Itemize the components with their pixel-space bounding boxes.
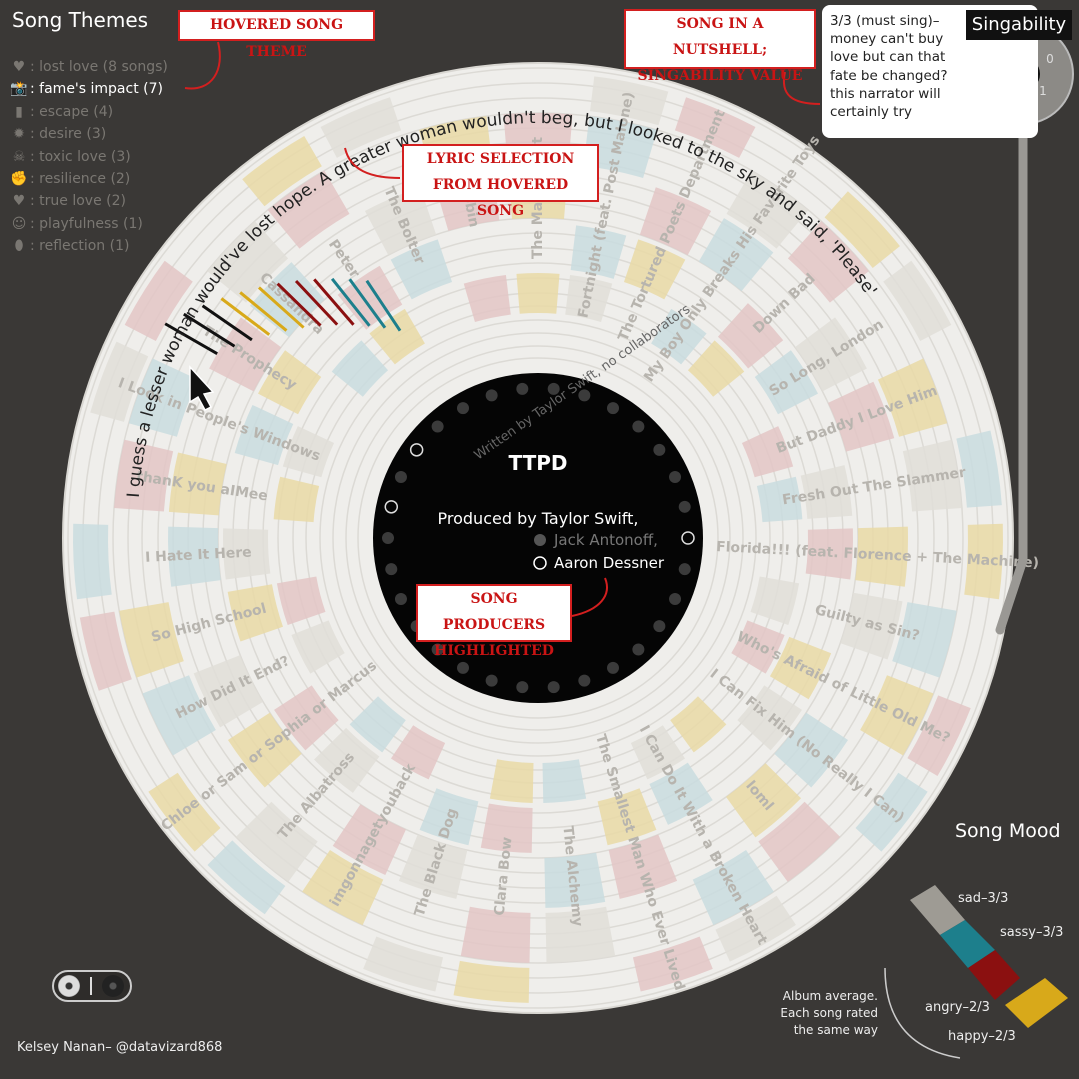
callout-hovered-theme: HOVERED SONG THEME <box>178 10 375 60</box>
mood-label: angry–2/3 <box>925 1000 990 1015</box>
producer-dot <box>653 620 666 633</box>
callout-producers: SONG PRODUCERS HIGHLIGHTED <box>416 584 572 659</box>
cd-icon <box>58 975 80 997</box>
mood-label: happy–2/3 <box>948 1029 1016 1044</box>
heart-icon: ♥ <box>12 193 26 210</box>
theme-item-label: : reflection (1) <box>30 238 130 255</box>
produced-by-text: Produced by Taylor Swift, <box>438 509 639 528</box>
fire-icon: ✹ <box>13 126 25 143</box>
theme-item-label: : true love (2) <box>30 193 126 210</box>
producer-dot <box>409 443 424 457</box>
singability-text: 3/3 (must sing)– money can't buy love bu… <box>830 13 948 121</box>
producer-dot <box>669 593 682 606</box>
dial-label: 0 <box>1046 52 1054 66</box>
producer-dot <box>485 389 498 402</box>
arrow-hovered-theme <box>184 41 221 90</box>
producer-dot <box>607 661 619 674</box>
callout-producers-line1: SONG PRODUCERS <box>442 591 546 633</box>
theme-item[interactable]: ⬮ : reflection (1) <box>10 235 168 257</box>
producer-dot <box>516 681 529 694</box>
mood-segment <box>489 759 534 803</box>
producer-dot-jack <box>534 534 546 546</box>
producer-dot <box>431 420 444 433</box>
callout-producers-line2: HIGHLIGHTED <box>434 643 554 659</box>
producer-dot <box>485 674 498 687</box>
producer-dot <box>632 643 645 656</box>
mood-legend-happy <box>1005 978 1068 1028</box>
producer-dot <box>516 382 529 395</box>
callout-lyric: LYRIC SELECTION FROM HOVERED SONG <box>402 144 599 219</box>
producer-dot <box>678 563 691 576</box>
producer-dot <box>394 470 407 483</box>
callout-nutshell-line2: SINGABILITY VALUE <box>637 68 803 84</box>
callout-nutshell: SONG IN A NUTSHELL; SINGABILITY VALUE <box>624 9 816 84</box>
camera-icon: 📸 <box>10 81 28 98</box>
muscle-icon: ✊ <box>10 171 28 188</box>
view-toggle[interactable] <box>52 970 132 1002</box>
theme-item-label: : desire (3) <box>30 126 107 143</box>
producer-dot <box>457 402 469 415</box>
producer-dot <box>653 443 666 456</box>
callout-nutshell-line1: SONG IN A NUTSHELL; <box>672 16 768 58</box>
producer-dot <box>394 593 407 606</box>
producer-dot-aaron <box>533 556 547 570</box>
mood-note: Each song rated <box>780 1006 878 1020</box>
door-icon: ▮ <box>15 103 23 120</box>
producer-dot <box>632 420 645 433</box>
producer-dot <box>382 532 394 544</box>
producer-aaron: Aaron Dessner <box>554 554 665 572</box>
theme-item-label: : fame's impact (7) <box>30 81 163 98</box>
theme-item-label: : lost love (8 songs) <box>30 59 168 75</box>
mood-segment <box>72 523 112 600</box>
mirror-icon: ⬮ <box>14 238 24 255</box>
theme-item-label: : playfulness (1) <box>30 215 143 232</box>
song-themes-title: Song Themes <box>12 8 149 32</box>
dial-label: 1 <box>1039 84 1047 98</box>
album-logo: TTPD <box>508 451 567 475</box>
theme-item[interactable]: ♥: true love (2) <box>10 190 168 212</box>
mood-label: sassy–3/3 <box>1000 925 1063 940</box>
theme-item[interactable]: ♥: lost love (8 songs) <box>10 56 168 78</box>
producer-dot <box>681 531 695 545</box>
theme-item[interactable]: 📸: fame's impact (7) <box>10 78 168 100</box>
theme-item[interactable]: ☠: toxic love (3) <box>10 146 168 168</box>
producer-dot <box>607 402 619 415</box>
producer-dot <box>385 563 398 576</box>
vinyl-icon <box>102 975 124 997</box>
song-mood-title: Song Mood <box>955 820 1061 842</box>
skull-icon: ☠ <box>12 148 26 165</box>
theme-item[interactable]: ▮ : escape (4) <box>10 101 168 123</box>
theme-item[interactable]: ☺: playfulness (1) <box>10 213 168 235</box>
theme-item-label: : toxic love (3) <box>30 148 131 165</box>
song-themes-list: ♥: lost love (8 songs) 📸: fame's impact (… <box>10 56 168 258</box>
smile-icon: ☺ <box>11 215 27 232</box>
producer-dot <box>547 681 560 694</box>
singability-title: Singability <box>966 10 1072 40</box>
producer-dot <box>384 500 399 514</box>
theme-item[interactable]: ✊: resilience (2) <box>10 168 168 190</box>
theme-item-label: : resilience (2) <box>30 171 131 188</box>
mood-segment <box>516 272 560 314</box>
mood-segment <box>542 759 587 803</box>
mood-label: sad–3/3 <box>958 891 1008 906</box>
mood-note: the same way <box>794 1023 878 1037</box>
producer-dot <box>669 470 682 483</box>
producer-dot <box>578 674 591 687</box>
theme-item-label: : escape (4) <box>30 103 114 120</box>
mood-note: Album average. <box>783 989 878 1003</box>
broken-heart-icon: ♥ <box>12 59 26 75</box>
callout-lyric-line2: FROM HOVERED SONG <box>432 177 569 219</box>
callout-lyric-line1: LYRIC SELECTION <box>426 151 575 167</box>
toggle-divider <box>90 977 92 995</box>
producer-dot <box>678 500 691 513</box>
author-credit: Kelsey Nanan– @datavizard868 <box>17 1040 223 1055</box>
theme-item[interactable]: ✹ : desire (3) <box>10 123 168 145</box>
producer-jack: Jack Antonoff, <box>553 531 658 549</box>
